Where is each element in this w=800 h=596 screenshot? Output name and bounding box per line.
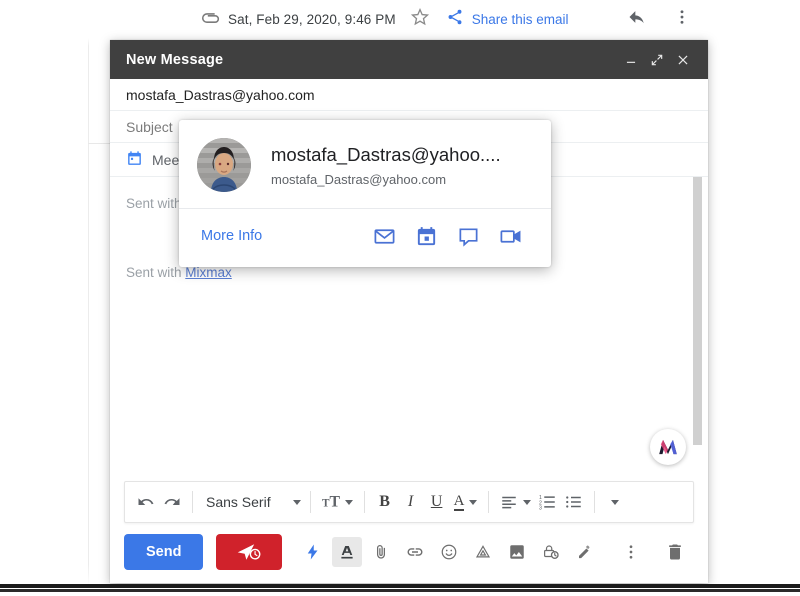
sent-with-text: Sent with — [126, 264, 186, 280]
more-options-icon[interactable] — [616, 537, 646, 567]
confidential-mode-icon[interactable] — [536, 537, 566, 567]
compose-tool-icons — [298, 537, 604, 567]
toolbar-divider — [309, 491, 311, 513]
chevron-down-icon — [292, 499, 301, 505]
redo-icon[interactable] — [159, 487, 185, 517]
underline-button[interactable]: U — [424, 487, 450, 517]
toolbar-divider — [488, 491, 490, 513]
svg-text:3: 3 — [539, 506, 542, 512]
paperclip-icon — [200, 8, 222, 30]
font-size-icon[interactable]: T T — [318, 487, 357, 517]
compose-action-bar: Send — [110, 523, 708, 581]
calendar-icon — [126, 150, 152, 170]
svg-text:T: T — [329, 494, 340, 511]
expand-icon[interactable] — [644, 47, 670, 73]
insert-emoji-icon[interactable] — [434, 537, 464, 567]
send-later-button[interactable] — [216, 534, 283, 570]
discard-draft-icon[interactable] — [660, 537, 690, 567]
send-button[interactable]: Send — [124, 534, 204, 570]
calendar-icon[interactable] — [405, 221, 447, 251]
text-color-button[interactable]: A — [450, 487, 482, 517]
undo-icon[interactable] — [133, 487, 159, 517]
email-top-toolbar: Sat, Feb 29, 2020, 9:46 PM Share this em… — [0, 0, 800, 38]
minimize-icon[interactable] — [618, 47, 644, 73]
text-color-letter: A — [453, 493, 465, 512]
contact-card-actions: More Info — [179, 209, 551, 251]
chevron-down-icon — [523, 499, 532, 505]
bold-button[interactable]: B — [372, 487, 398, 517]
contact-name: mostafa_Dastras@yahoo.... — [271, 144, 501, 166]
insert-link-icon[interactable] — [400, 537, 430, 567]
subject-placeholder: Subject — [126, 118, 173, 135]
format-toolbar: Sans Serif T T B I U A 1 2 3 — [124, 481, 694, 523]
chevron-down-icon — [469, 499, 478, 505]
share-icon[interactable] — [446, 8, 472, 31]
contact-avatar — [197, 138, 251, 192]
email-timestamp: Sat, Feb 29, 2020, 9:46 PM — [228, 11, 396, 27]
font-family-value: Sans Serif — [206, 494, 271, 510]
star-icon[interactable] — [410, 7, 446, 32]
body-scrollbar[interactable] — [693, 177, 702, 445]
sent-with-text: Sent with — [126, 196, 186, 211]
email-icon[interactable] — [363, 221, 405, 251]
mixmax-link[interactable]: Mixmax — [185, 265, 232, 280]
screenshot-root: Sat, Feb 29, 2020, 9:46 PM Share this em… — [0, 0, 800, 596]
share-this-email-link[interactable]: Share this email — [472, 12, 569, 27]
italic-button[interactable]: I — [398, 487, 424, 517]
contact-hover-card: mostafa_Dastras@yahoo.... mostafa_Dastra… — [179, 120, 551, 267]
toolbar-divider — [594, 491, 596, 513]
contact-action-icons — [363, 221, 531, 251]
font-family-select[interactable]: Sans Serif — [200, 494, 303, 510]
contact-email: mostafa_Dastras@yahoo.com — [271, 171, 447, 187]
chat-icon[interactable] — [447, 221, 489, 251]
format-toolbar-wrap: Sans Serif T T B I U A 1 2 3 — [110, 477, 708, 523]
kebab-menu-icon[interactable] — [647, 7, 691, 32]
toolbar-divider — [363, 491, 365, 513]
more-format-options-icon[interactable] — [602, 487, 628, 517]
bottom-strip — [0, 584, 800, 596]
video-call-icon[interactable] — [489, 221, 531, 251]
compose-title: New Message — [126, 51, 224, 68]
insert-photo-icon[interactable] — [502, 537, 532, 567]
compose-header: New Message — [110, 40, 708, 79]
chevron-down-icon — [611, 499, 620, 505]
signature-icon[interactable] — [570, 537, 600, 567]
align-left-icon[interactable] — [496, 487, 535, 517]
contact-card-text: mostafa_Dastras@yahoo.... mostafa_Dastra… — [271, 143, 501, 186]
compose-right-actions — [616, 537, 694, 567]
lightning-bolt-icon[interactable] — [298, 537, 328, 567]
recipient-value: mostafa_Dastras@yahoo.com — [126, 86, 315, 103]
more-info-link[interactable]: More Info — [201, 228, 262, 244]
bulleted-list-icon[interactable] — [561, 487, 587, 517]
toolbar-divider — [192, 491, 193, 513]
insert-drive-file-icon[interactable] — [468, 537, 498, 567]
recipient-field[interactable]: mostafa_Dastras@yahoo.com — [110, 79, 708, 111]
attach-file-icon[interactable] — [366, 537, 396, 567]
page-background-guide — [88, 38, 89, 586]
mixmax-logo-icon[interactable] — [650, 429, 686, 465]
reply-icon[interactable] — [579, 7, 647, 32]
chevron-down-icon — [344, 499, 353, 505]
formatting-options-icon[interactable] — [332, 537, 363, 567]
close-icon[interactable] — [670, 47, 696, 73]
numbered-list-icon[interactable]: 123 — [535, 487, 561, 517]
contact-card-header: mostafa_Dastras@yahoo.... mostafa_Dastra… — [179, 120, 551, 208]
